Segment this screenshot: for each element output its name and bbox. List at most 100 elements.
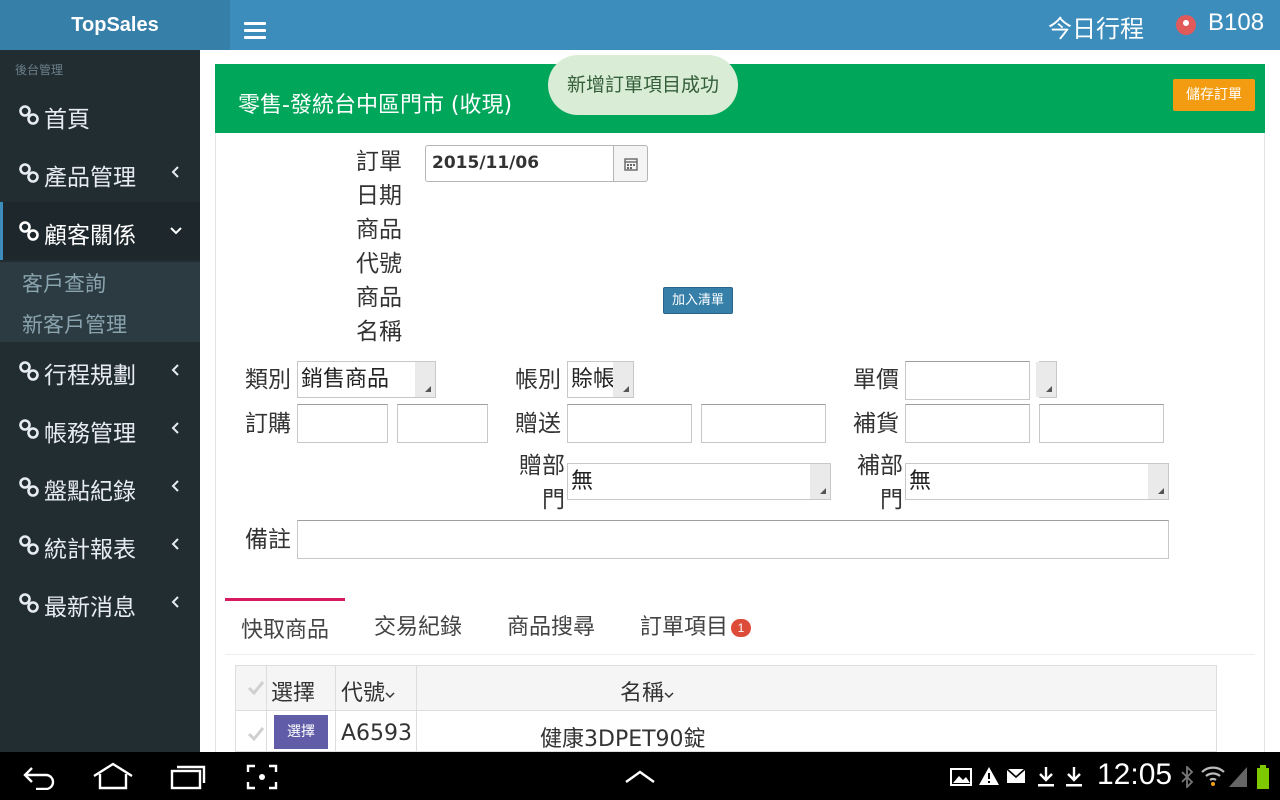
category-value: 銷售商品 <box>301 367 390 392</box>
tab-product-search[interactable]: 商品搜尋 <box>491 598 611 654</box>
sidebar-item-customers[interactable]: 顧客關係 <box>0 202 200 260</box>
save-order-button[interactable]: 儲存訂單 <box>1173 79 1255 111</box>
brand-logo[interactable]: TopSales <box>0 0 230 50</box>
sidebar-item-home[interactable]: 首頁 <box>0 86 200 144</box>
download-icon <box>1038 767 1054 787</box>
unit-price-input[interactable] <box>905 361 1030 400</box>
gift-qty-input[interactable] <box>567 404 692 443</box>
download-icon <box>1066 767 1082 787</box>
tab-label: 交易紀錄 <box>374 615 463 640</box>
battery-icon <box>1257 765 1269 789</box>
sidebar-item-products[interactable]: 產品管理 <box>0 144 200 202</box>
chevron-left-icon <box>171 422 179 434</box>
sidebar-header: 後台管理 <box>15 63 64 77</box>
user-name[interactable]: B108 <box>1208 9 1264 37</box>
tab-label: 訂單項目 <box>640 615 729 640</box>
customers-submenu: 客戶查詢 新客戶管理 <box>0 262 200 342</box>
sort-icon <box>385 692 395 699</box>
link-icon <box>19 535 39 555</box>
sidebar-item-label: 統計報表 <box>44 537 136 563</box>
restock-dept-select[interactable]: 無 <box>905 463 1169 500</box>
tab-transaction-history[interactable]: 交易紀錄 <box>358 598 478 654</box>
menu-toggle-icon[interactable] <box>244 22 266 42</box>
order-qty-input[interactable] <box>297 404 388 443</box>
sidebar-item-label: 帳務管理 <box>44 421 136 447</box>
product-code-label: 商品代號 <box>356 217 402 277</box>
column-header-code[interactable]: 代號 <box>341 675 395 707</box>
sidebar-item-reports[interactable]: 統計報表 <box>0 516 200 574</box>
row-checkbox-icon[interactable] <box>246 724 266 744</box>
sidebar-item-inventory[interactable]: 盤點紀錄 <box>0 458 200 516</box>
sidebar-item-label: 產品管理 <box>44 165 136 191</box>
link-icon <box>19 419 39 439</box>
chevron-left-icon <box>171 596 179 608</box>
tab-quick-products[interactable]: 快取商品 <box>225 598 346 654</box>
unit-price-select[interactable] <box>1036 361 1057 398</box>
order-date-label: 訂單日期 <box>356 149 402 209</box>
link-icon <box>19 221 39 241</box>
home-icon[interactable] <box>92 762 134 790</box>
sidebar-item-label: 盤點紀錄 <box>44 479 136 505</box>
back-icon[interactable] <box>22 764 56 790</box>
select-all-checkbox-icon[interactable] <box>246 678 266 698</box>
note-label: 備註 <box>245 527 291 553</box>
category-select[interactable]: 銷售商品 <box>297 361 436 398</box>
page-title: 零售-發統台中區門市 (收現) <box>238 93 513 118</box>
restock-qty-input[interactable] <box>905 404 1030 443</box>
select-row-button[interactable]: 選擇 <box>274 715 328 749</box>
restock-dept-label: 補部門 <box>857 453 903 513</box>
account-value: 賒帳 <box>571 367 616 392</box>
link-icon <box>19 361 39 381</box>
column-header-select: 選擇 <box>271 681 316 706</box>
system-navbar: 12:05 <box>0 752 1280 800</box>
link-icon <box>19 477 39 497</box>
chevron-down-icon <box>170 227 182 235</box>
sidebar-item-schedule[interactable]: 行程規劃 <box>0 342 200 400</box>
row-name: 健康3DPET90錠 <box>540 727 706 752</box>
gift-dept-label: 贈部門 <box>519 453 565 513</box>
wifi-icon <box>1201 766 1225 786</box>
order-qty-input-2[interactable] <box>397 404 488 443</box>
today-schedule-link[interactable]: 今日行程 <box>1048 9 1144 44</box>
chevron-up-icon[interactable] <box>624 770 656 784</box>
sidebar-item-accounts[interactable]: 帳務管理 <box>0 400 200 458</box>
screenshot-icon[interactable] <box>246 764 278 790</box>
bluetooth-icon <box>1181 766 1194 788</box>
restock-qty-input-2[interactable] <box>1039 404 1164 443</box>
tab-order-items[interactable]: 訂單項目 1 <box>624 598 767 654</box>
sidebar-item-label: 首頁 <box>44 107 90 133</box>
chevron-left-icon <box>171 364 179 376</box>
tab-label: 商品搜尋 <box>507 615 596 640</box>
link-icon <box>19 163 39 183</box>
category-label: 類別 <box>245 367 291 393</box>
restock-dept-value: 無 <box>909 469 932 494</box>
submenu-item-customer-query[interactable]: 客戶查詢 <box>22 268 106 298</box>
gift-label: 贈送 <box>515 411 561 437</box>
account-label: 帳別 <box>515 367 561 393</box>
submenu-item-new-customer[interactable]: 新客戶管理 <box>22 309 127 339</box>
user-avatar-icon[interactable] <box>1176 15 1196 35</box>
gift-qty-input-2[interactable] <box>701 404 826 443</box>
column-header-code-label: 代號 <box>341 681 386 706</box>
recent-apps-icon[interactable] <box>170 764 206 790</box>
column-header-name[interactable]: 名稱 <box>620 675 674 707</box>
top-navbar: TopSales 今日行程 B108 <box>0 0 1280 50</box>
sort-icon <box>664 692 674 699</box>
signal-icon <box>1229 767 1247 787</box>
account-select[interactable]: 賒帳 <box>567 361 634 398</box>
chevron-left-icon <box>171 166 179 178</box>
gift-dept-value: 無 <box>571 469 594 494</box>
sidebar-item-news[interactable]: 最新消息 <box>0 574 200 632</box>
sidebar-item-label: 行程規劃 <box>44 363 136 389</box>
row-code: A6593 <box>341 721 413 746</box>
gallery-icon <box>950 768 972 786</box>
gift-dept-select[interactable]: 無 <box>567 463 831 500</box>
tab-label: 快取商品 <box>241 618 330 643</box>
calendar-button[interactable] <box>613 145 648 182</box>
order-date-input[interactable]: 2015/11/06 <box>425 145 615 182</box>
sidebar: 後台管理 首頁 產品管理 顧客關係 客戶查詢 新客戶管理 行程規劃 帳務管理 盤… <box>0 50 200 752</box>
note-input[interactable] <box>297 520 1169 559</box>
calendar-icon <box>624 158 638 171</box>
add-to-list-button[interactable]: 加入清單 <box>663 287 733 314</box>
sidebar-item-label: 顧客關係 <box>44 223 136 249</box>
